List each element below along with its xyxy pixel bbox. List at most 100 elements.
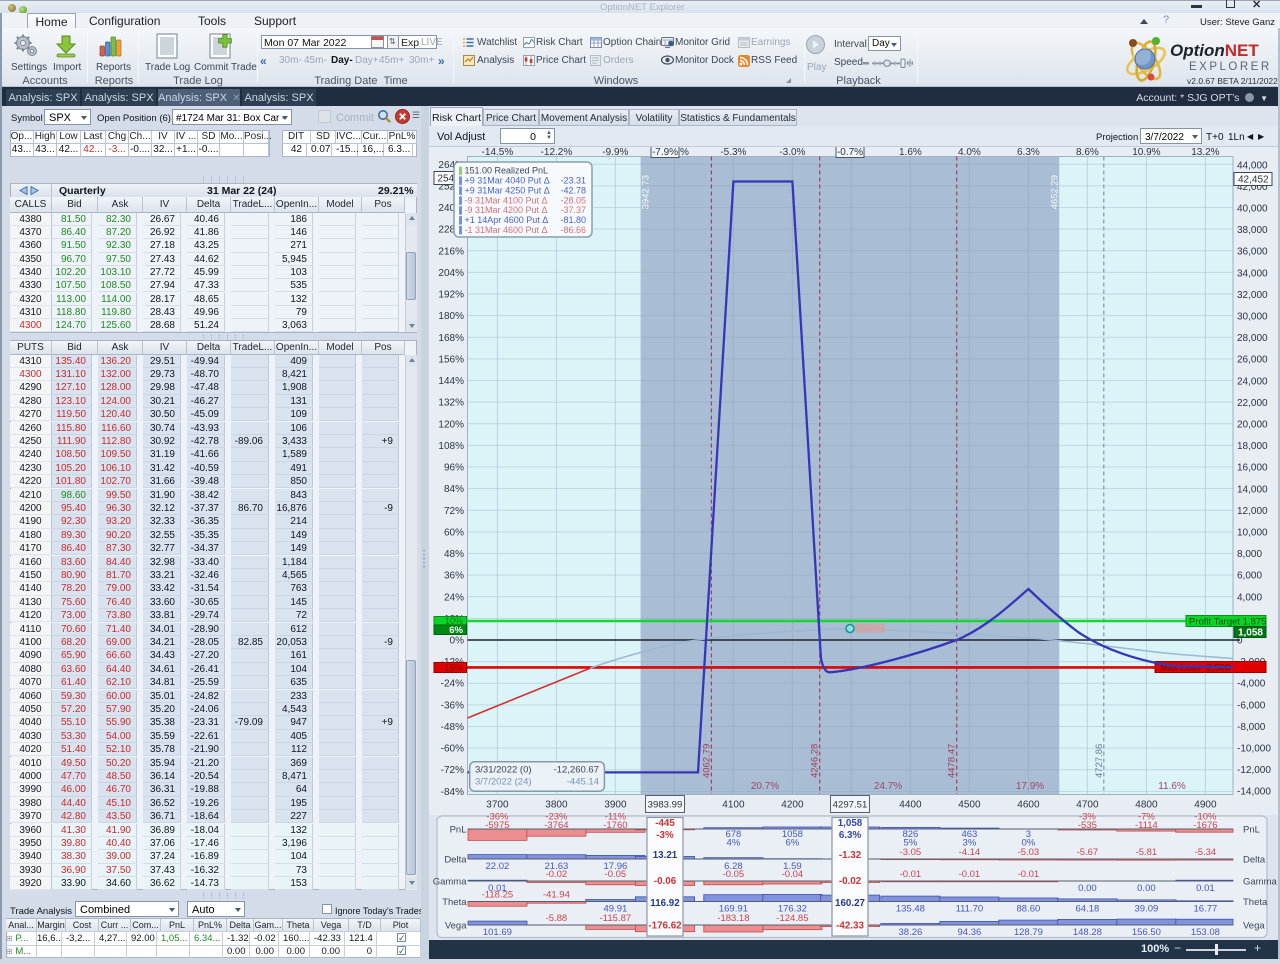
svg-text:22,000: 22,000 [1237,398,1268,409]
svg-text:Delta: Delta [444,855,467,866]
svg-text:-4.14: -4.14 [959,847,981,858]
svg-text:3983.99: 3983.99 [648,800,683,811]
svg-text:4700: 4700 [1076,800,1099,811]
svg-text:-3.05: -3.05 [900,847,922,858]
svg-text:204%: 204% [438,268,464,279]
svg-text:1.6%: 1.6% [899,147,922,158]
svg-text:-41.94: -41.94 [543,890,570,901]
svg-text:135.48: 135.48 [896,904,925,915]
svg-text:-176.62: -176.62 [648,921,682,932]
svg-text:-5.03: -5.03 [1018,847,1040,858]
svg-text:151.00 Realized PnL: 151.00 Realized PnL [465,166,549,176]
svg-text:72%: 72% [444,506,464,517]
svg-text:4400: 4400 [899,800,922,811]
svg-text:4800: 4800 [1135,800,1158,811]
svg-text:-12,260.67: -12,260.67 [554,765,599,776]
svg-text:40,000: 40,000 [1237,204,1268,215]
svg-text:-1 31Mar 4600 Put Δ: -1 31Mar 4600 Put Δ [465,225,548,235]
svg-text:0.00: 0.00 [1137,883,1156,894]
svg-text:-48%: -48% [441,722,464,733]
svg-text:108%: 108% [438,441,464,452]
svg-text:180%: 180% [438,311,464,322]
svg-text:34,000: 34,000 [1237,268,1268,279]
svg-text:13.2%: 13.2% [1191,147,1219,158]
svg-text:60%: 60% [444,527,464,538]
svg-text:28,000: 28,000 [1237,333,1268,344]
svg-text:-5.81: -5.81 [1136,847,1158,858]
svg-text:-124.85: -124.85 [776,913,808,924]
svg-text:4,000: 4,000 [1237,592,1262,603]
svg-text:-5.67: -5.67 [1077,847,1099,858]
svg-text:4.0%: 4.0% [958,147,981,158]
svg-text:-5.88: -5.88 [546,913,568,924]
svg-text:-9 31Mar 4200 Put Δ: -9 31Mar 4200 Put Δ [465,205,548,215]
svg-text:6%: 6% [449,625,463,636]
svg-text:6,000: 6,000 [1237,571,1262,582]
svg-text:-86.66: -86.66 [560,225,586,235]
svg-text:-1.32: -1.32 [839,850,862,861]
svg-text:120%: 120% [438,419,464,430]
svg-text:24.7%: 24.7% [874,781,902,792]
svg-text:-0.7%: -0.7% [837,147,863,158]
svg-text:-36%: -36% [441,700,464,711]
svg-text:38,000: 38,000 [1237,225,1268,236]
svg-text:-0.06: -0.06 [654,876,677,887]
svg-text:-0.05: -0.05 [605,869,627,880]
svg-text:-81.80: -81.80 [560,215,586,225]
svg-text:4900: 4900 [1194,800,1217,811]
svg-text:-23.31: -23.31 [560,176,586,186]
svg-text:-42.33: -42.33 [836,921,864,932]
svg-text:39.09: 39.09 [1135,904,1159,915]
svg-text:148.28: 148.28 [1073,927,1102,938]
svg-text:20,000: 20,000 [1237,420,1268,431]
svg-text:3/31/2022 (0): 3/31/2022 (0) [475,765,532,776]
svg-text:-24%: -24% [441,679,464,690]
svg-text:-0.05: -0.05 [723,869,745,880]
svg-text:1,058: 1,058 [1238,628,1263,639]
svg-text:144%: 144% [438,376,464,387]
svg-text:%: % [680,147,689,158]
svg-text:Vega: Vega [445,921,467,932]
svg-text:-0.01: -0.01 [959,869,981,880]
svg-text:18,000: 18,000 [1237,441,1268,452]
svg-text:Delta: Delta [1243,855,1266,866]
svg-text:24%: 24% [444,592,464,603]
svg-text:+9 31Mar 4250 Put Δ: +9 31Mar 4250 Put Δ [465,185,550,195]
svg-text:-0.02: -0.02 [546,869,568,880]
svg-text:-60%: -60% [441,744,464,755]
svg-text:-115.87: -115.87 [600,913,632,924]
svg-text:11.6%: 11.6% [1158,781,1186,792]
svg-text:17.9%: 17.9% [1016,781,1044,792]
svg-text:24,000: 24,000 [1237,376,1268,387]
svg-text:-3764: -3764 [544,820,568,831]
svg-text:Vega: Vega [1243,921,1265,932]
svg-text:-37.37: -37.37 [560,205,586,215]
svg-text:160.27: 160.27 [835,898,866,909]
svg-text:4062.79: 4062.79 [701,744,712,778]
svg-text:-14.5%: -14.5% [482,147,514,158]
svg-text:-183.18: -183.18 [717,913,749,924]
svg-text:-5.3%: -5.3% [720,147,746,158]
svg-text:-9 31Mar 4100 Put Δ: -9 31Mar 4100 Put Δ [465,195,548,205]
svg-text:4297.51: 4297.51 [833,800,868,811]
svg-text:Gamma: Gamma [433,877,468,888]
svg-text:-28.05: -28.05 [560,195,586,205]
svg-text:3700: 3700 [486,800,509,811]
svg-text:PnL: PnL [1243,825,1260,836]
svg-text:3800: 3800 [545,800,568,811]
svg-text:8,000: 8,000 [1237,549,1262,560]
svg-text:116.92: 116.92 [650,898,680,909]
svg-text:42,452: 42,452 [1238,175,1269,186]
svg-text:-118.25: -118.25 [482,890,514,901]
svg-text:4200: 4200 [781,800,804,811]
svg-text:Theta: Theta [442,897,467,908]
svg-text:22.02: 22.02 [486,861,510,872]
svg-text:168%: 168% [438,333,464,344]
svg-text:48%: 48% [444,549,464,560]
svg-text:4500: 4500 [958,800,981,811]
svg-text:16,000: 16,000 [1237,463,1268,474]
svg-text:-0.01: -0.01 [1018,869,1040,880]
svg-text:6%: 6% [786,838,800,849]
svg-text:1,058: 1,058 [838,818,863,829]
svg-text:-42.78: -42.78 [560,185,586,195]
